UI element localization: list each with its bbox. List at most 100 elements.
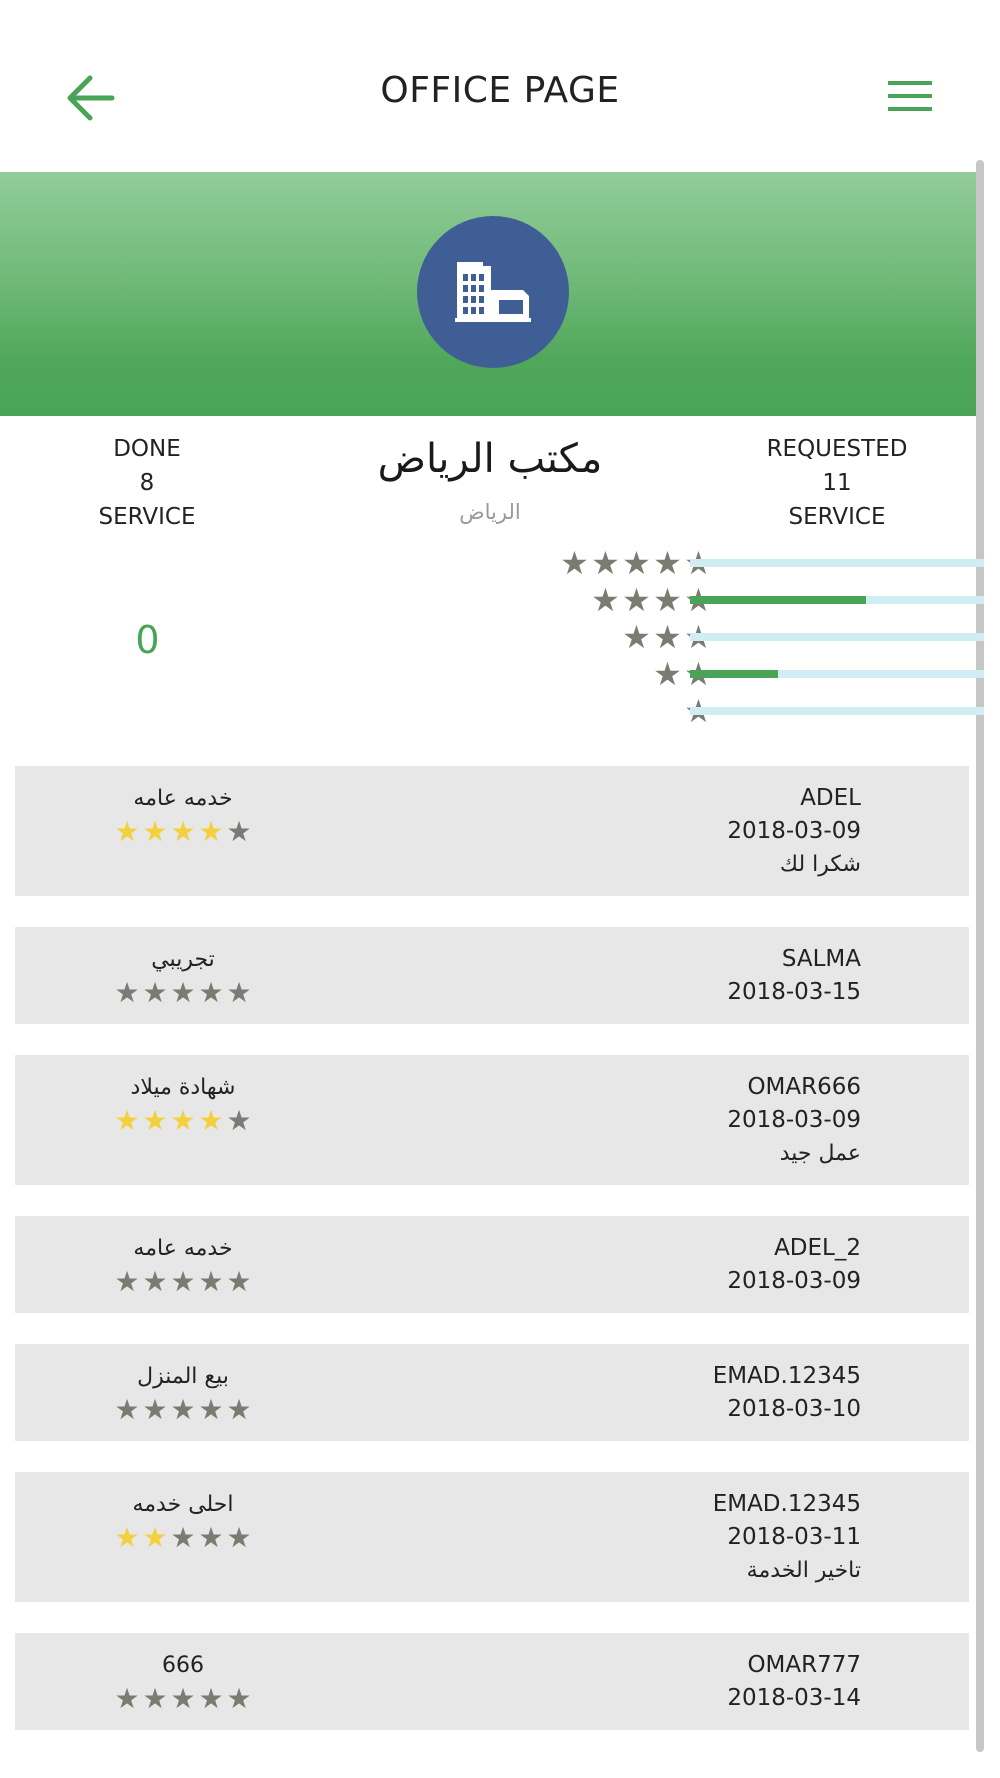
star-icon: ★: [142, 976, 168, 1009]
review-card[interactable]: EMAD.12345 2018-03-10 بيع المنزل ★ ★ ★ ★ ★: [15, 1344, 969, 1441]
star-icon: ★: [170, 976, 196, 1009]
review-date: 2018-03-11: [727, 1524, 861, 1550]
review-date: 2018-03-15: [727, 979, 861, 1005]
star-icon: ★: [560, 544, 589, 582]
office-avatar: [417, 216, 569, 368]
done-stat: DONE 8 SERVICE: [37, 432, 257, 534]
star-icon: ★: [591, 544, 620, 582]
office-name: مكتب الرياض: [377, 436, 603, 482]
star-icon: ★: [653, 581, 682, 619]
star-icon: ★: [170, 1393, 196, 1426]
review-comment: تاخير الخدمة: [746, 1558, 861, 1583]
star-icon: ★: [226, 815, 252, 848]
star-icon: ★: [653, 618, 682, 656]
star-icon: ★: [622, 544, 651, 582]
star-icon: ★: [226, 1521, 252, 1554]
review-service-name: بيع المنزل: [137, 1364, 229, 1389]
app-header: OFFICE PAGE: [0, 0, 1000, 172]
review-star-rating: ★ ★ ★ ★ ★: [113, 1522, 253, 1554]
done-unit: SERVICE: [98, 504, 196, 530]
menu-button[interactable]: [888, 78, 932, 114]
star-icon: ★: [170, 1265, 196, 1298]
review-star-rating: ★ ★ ★ ★ ★: [113, 1105, 253, 1137]
done-value: 8: [139, 470, 155, 496]
review-service-name: خدمه عامه: [133, 1236, 233, 1261]
star-icon: ★: [114, 1104, 140, 1137]
star-icon: ★: [226, 1393, 252, 1426]
review-username: OMAR666: [747, 1074, 861, 1100]
star-icon: ★: [198, 1104, 224, 1137]
review-card[interactable]: ADEL_2 2018-03-09 خدمه عامه ★ ★ ★ ★ ★: [15, 1216, 969, 1313]
distribution-bar-track: [690, 596, 984, 604]
star-icon: ★: [622, 581, 651, 619]
star-icon: ★: [114, 1265, 140, 1298]
review-date: 2018-03-09: [727, 818, 861, 844]
review-username: ADEL_2: [774, 1235, 861, 1261]
review-comment: عمل جيد: [779, 1141, 861, 1166]
star-icon: ★: [198, 815, 224, 848]
distribution-bar-fill: [690, 596, 867, 604]
distribution-row-1: ★: [520, 693, 984, 729]
review-comment: شكرا لك: [779, 852, 861, 877]
review-card[interactable]: EMAD.12345 2018-03-11 تاخير الخدمة احلى خدم…: [15, 1472, 969, 1602]
done-label: DONE: [113, 436, 181, 462]
distribution-row-5: ★★★★★: [520, 545, 984, 581]
review-username: EMAD.12345: [712, 1491, 861, 1517]
hamburger-menu-icon: [888, 81, 932, 111]
star-icon: ★: [142, 1265, 168, 1298]
review-card[interactable]: OMAR666 2018-03-09 عمل جيد شهادة ميلاد ★ ★ ★ ★ ★: [15, 1055, 969, 1185]
distribution-row-3: ★★★: [520, 619, 984, 655]
review-service-name: 666: [162, 1653, 204, 1678]
scrollbar[interactable]: [976, 160, 984, 1752]
review-service-name: احلى خدمه: [132, 1492, 234, 1517]
star-icon: ★: [226, 1682, 252, 1715]
distribution-bar-track: [690, 670, 984, 678]
building-icon: [455, 262, 531, 322]
review-star-rating: ★ ★ ★ ★ ★: [113, 1394, 253, 1426]
star-icon: ★: [142, 815, 168, 848]
star-icon: ★: [622, 618, 651, 656]
review-star-rating: ★ ★ ★ ★ ★: [113, 1266, 253, 1298]
review-card[interactable]: SALMA 2018-03-15 تجريبي ★ ★ ★ ★ ★: [15, 927, 969, 1024]
review-star-rating: ★ ★ ★ ★ ★: [113, 977, 253, 1009]
office-banner: [0, 172, 984, 416]
star-icon: ★: [226, 1265, 252, 1298]
requested-stat: REQUESTED 11 SERVICE: [727, 432, 947, 534]
review-date: 2018-03-09: [727, 1268, 861, 1294]
star-icon: ★: [142, 1104, 168, 1137]
review-username: OMAR777: [747, 1652, 861, 1678]
distribution-bar-track: [690, 633, 984, 641]
star-icon: ★: [653, 655, 682, 693]
star-icon: ★: [114, 1521, 140, 1554]
star-icon: ★: [142, 1521, 168, 1554]
star-icon: ★: [198, 976, 224, 1009]
requested-unit: SERVICE: [788, 504, 886, 530]
star-icon: ★: [114, 976, 140, 1009]
review-star-rating: ★ ★ ★ ★ ★: [113, 816, 253, 848]
review-service-name: شهادة ميلاد: [130, 1075, 236, 1100]
review-username: SALMA: [781, 946, 861, 972]
average-rating: 0: [135, 618, 160, 662]
review-card[interactable]: ADEL 2018-03-09 شكرا لك خدمه عامه ★ ★ ★ ★ ★: [15, 766, 969, 896]
distribution-bar-fill: [690, 670, 779, 678]
distribution-row-4: ★★★★: [520, 582, 984, 618]
review-date: 2018-03-10: [727, 1396, 861, 1422]
star-icon: ★: [653, 544, 682, 582]
distribution-bar-track: [690, 559, 984, 567]
star-icon: ★: [114, 815, 140, 848]
review-star-rating: ★ ★ ★ ★ ★: [113, 1683, 253, 1715]
star-icon: ★: [114, 1393, 140, 1426]
review-date: 2018-03-09: [727, 1107, 861, 1133]
review-date: 2018-03-14: [727, 1685, 861, 1711]
star-icon: ★: [198, 1393, 224, 1426]
star-icon: ★: [142, 1393, 168, 1426]
distribution-bar-track: [690, 707, 984, 715]
star-icon: ★: [198, 1521, 224, 1554]
page-title: OFFICE PAGE: [380, 70, 620, 111]
review-card[interactable]: OMAR777 2018-03-14 666 ★ ★ ★ ★ ★: [15, 1633, 969, 1730]
star-icon: ★: [170, 1682, 196, 1715]
star-icon: ★: [198, 1682, 224, 1715]
office-city: الرياض: [459, 500, 521, 524]
star-icon: ★: [226, 976, 252, 1009]
star-icon: ★: [198, 1265, 224, 1298]
